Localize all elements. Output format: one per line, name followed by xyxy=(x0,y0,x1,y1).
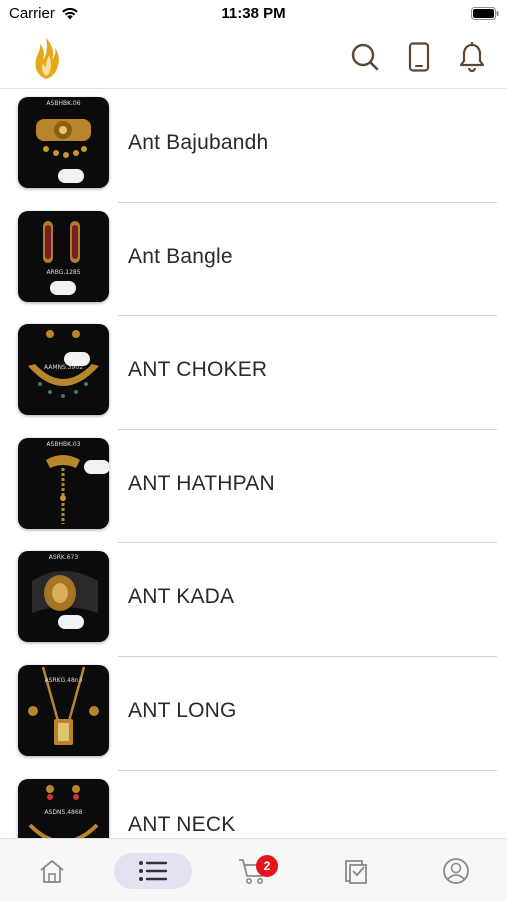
product-thumbnail: ASRK.673 xyxy=(18,551,109,643)
category-label: Ant Bangle xyxy=(128,244,233,268)
category-row-ant-hathpan[interactable]: ASBHBK.03 ANT HATHPAN xyxy=(0,430,507,544)
price-tag xyxy=(50,280,76,295)
home-tab[interactable] xyxy=(22,853,82,889)
home-icon xyxy=(40,860,64,883)
phone-icon[interactable] xyxy=(402,40,436,74)
bell-icon[interactable] xyxy=(455,40,489,74)
bottom-tab-bar: 2 xyxy=(0,838,507,901)
category-row-ant-bangle[interactable]: ARBG.1285 Ant Bangle xyxy=(0,203,507,317)
product-thumbnail: AAMNS.3902 xyxy=(18,324,109,416)
profile-tab[interactable] xyxy=(426,853,486,889)
category-row-ant-choker[interactable]: AAMNS.3902 ANT CHOKER xyxy=(0,316,507,430)
category-row-ant-bajubandh[interactable]: ASBHBK.06 Ant Bajubandh xyxy=(0,89,507,203)
catalog-tab[interactable] xyxy=(326,853,386,889)
battery-icon xyxy=(471,7,499,20)
product-code: ARBG.1285 xyxy=(46,268,81,276)
list-icon xyxy=(139,861,168,881)
category-label: Ant Bajubandh xyxy=(128,131,269,154)
price-tag xyxy=(64,352,90,367)
profile-icon xyxy=(443,858,469,884)
category-label: ANT HATHPAN xyxy=(128,471,275,495)
category-label: ANT NECK xyxy=(128,812,236,836)
product-thumbnail: ASDNS.4868 xyxy=(18,778,109,838)
flame-logo-icon[interactable] xyxy=(28,36,64,80)
price-tag xyxy=(58,169,84,183)
cart-count-badge: 2 xyxy=(256,855,278,877)
list-tab[interactable] xyxy=(114,853,192,889)
product-code: ASRKG.48n3 xyxy=(44,676,83,684)
category-list: ASBHBK.06 Ant Bajubandh ARBG.1285 Ant Ba… xyxy=(0,89,507,838)
product-thumbnail: ASBHBK.06 xyxy=(18,97,109,188)
price-tag xyxy=(58,615,84,630)
category-row-ant-neck[interactable]: ASDNS.4868 ANT NECK xyxy=(0,771,507,838)
category-row-ant-long[interactable]: ASRKG.48n3 ANT LONG xyxy=(0,657,507,771)
status-time: 11:38 PM xyxy=(221,5,286,22)
product-code: ASDNS.4868 xyxy=(44,808,83,816)
category-label: ANT LONG xyxy=(128,698,237,722)
category-label: ANT KADA xyxy=(128,585,235,609)
hathpan-jewelry-image xyxy=(46,454,80,524)
product-thumbnail: ASBHBK.03 xyxy=(18,437,109,529)
app-header xyxy=(0,28,507,89)
catalog-icon xyxy=(345,860,367,884)
price-tag xyxy=(84,459,109,474)
product-thumbnail: ASRKG.48n3 xyxy=(18,664,109,756)
category-row-ant-kada[interactable]: ASRK.673 ANT KADA xyxy=(0,543,507,657)
category-label: ANT CHOKER xyxy=(128,358,268,382)
product-code: AAMNS.3902 xyxy=(43,364,84,372)
search-icon[interactable] xyxy=(348,40,382,74)
product-thumbnail: ARBG.1285 xyxy=(18,210,109,302)
status-bar: Carrier 11:38 PM xyxy=(0,0,507,28)
